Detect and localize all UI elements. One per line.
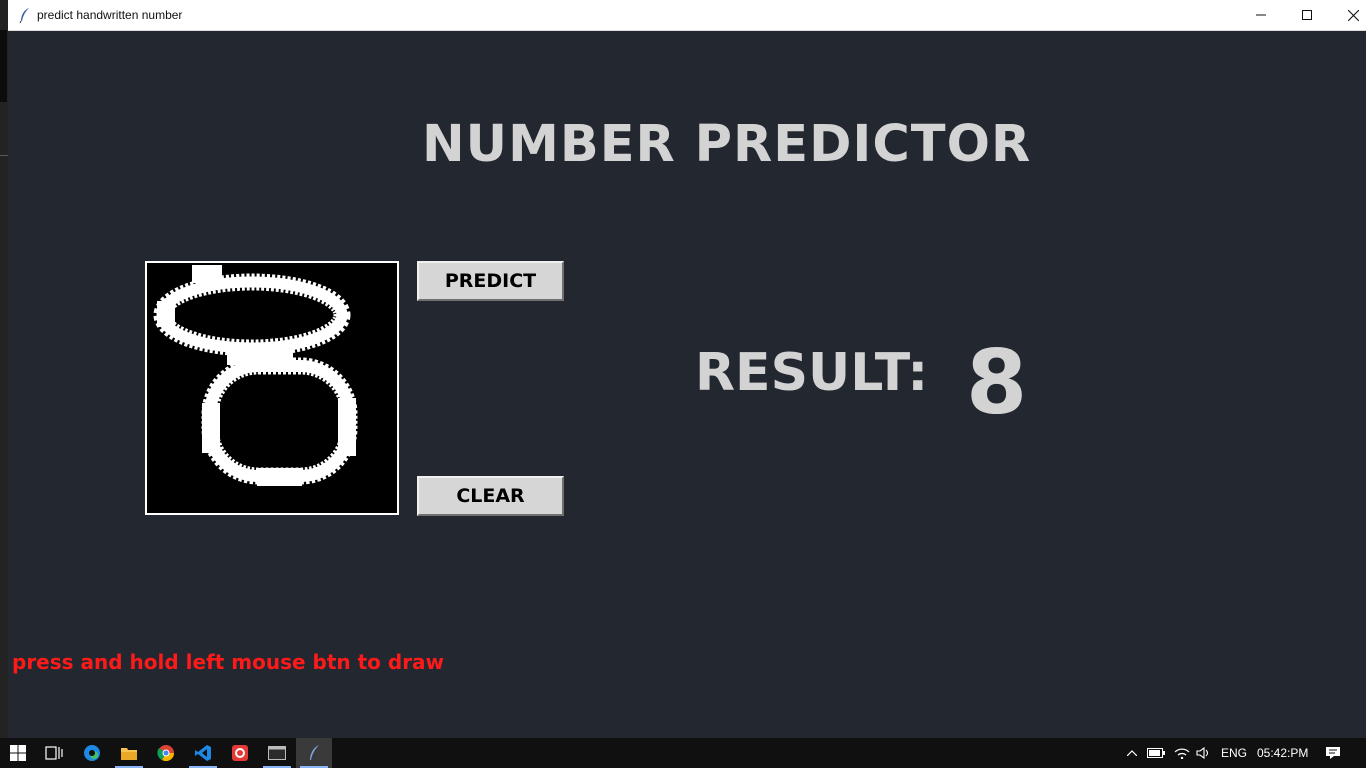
vscode-button[interactable] <box>185 738 221 768</box>
clock[interactable]: 05:42:PM <box>1257 746 1308 760</box>
speaker-icon[interactable] <box>1194 738 1214 768</box>
folder-icon <box>121 748 137 760</box>
python-tk-button[interactable] <box>296 738 332 768</box>
app-window: predict handwritten number NUMBER PREDIC… <box>8 0 1366 738</box>
desktop: predict handwritten number NUMBER PREDIC… <box>0 0 1366 768</box>
task-view-icon <box>45 746 63 760</box>
result-value: 8 <box>966 331 1028 434</box>
file-explorer-button[interactable] <box>111 738 147 768</box>
terminal-icon <box>268 746 286 760</box>
chrome-icon <box>157 745 175 762</box>
desktop-fragment-line <box>0 155 8 156</box>
chrome-button[interactable] <box>148 738 184 768</box>
battery-icon[interactable] <box>1146 738 1166 768</box>
desktop-background <box>0 0 8 738</box>
terminal-button[interactable] <box>259 738 295 768</box>
chevron-up-icon[interactable] <box>1124 738 1140 768</box>
taskbar: ENG 05:42:PM <box>0 738 1366 768</box>
app-red-icon <box>232 745 248 761</box>
title-bar[interactable]: predict handwritten number <box>8 0 1366 31</box>
start-button[interactable] <box>0 738 36 768</box>
notification-icon[interactable] <box>1322 738 1344 768</box>
clear-button[interactable]: CLEAR <box>417 476 564 516</box>
app-red-button[interactable] <box>222 738 258 768</box>
minimize-button[interactable] <box>1238 0 1284 30</box>
feather-icon <box>18 7 32 24</box>
result-label: RESULT: <box>695 343 929 403</box>
maximize-button[interactable] <box>1284 0 1330 30</box>
window-title: predict handwritten number <box>37 8 183 22</box>
language-indicator[interactable]: ENG <box>1221 746 1247 760</box>
vscode-icon <box>195 745 211 761</box>
desktop-fragment <box>0 30 7 102</box>
instruction-hint: press and hold left mouse btn to draw <box>12 650 445 674</box>
task-view-button[interactable] <box>36 738 72 768</box>
edge-icon <box>84 745 100 761</box>
close-button[interactable] <box>1330 0 1366 30</box>
windows-icon <box>10 745 26 761</box>
app-content: NUMBER PREDICTOR PREDICT CLEAR RESULT: 8… <box>8 31 1366 738</box>
page-title: NUMBER PREDICTOR <box>422 115 1032 174</box>
feather-icon <box>310 745 319 760</box>
predict-button[interactable]: PREDICT <box>417 261 564 301</box>
edge-button[interactable] <box>74 738 110 768</box>
wifi-icon[interactable] <box>1172 738 1192 768</box>
drawing-canvas[interactable] <box>145 261 399 515</box>
